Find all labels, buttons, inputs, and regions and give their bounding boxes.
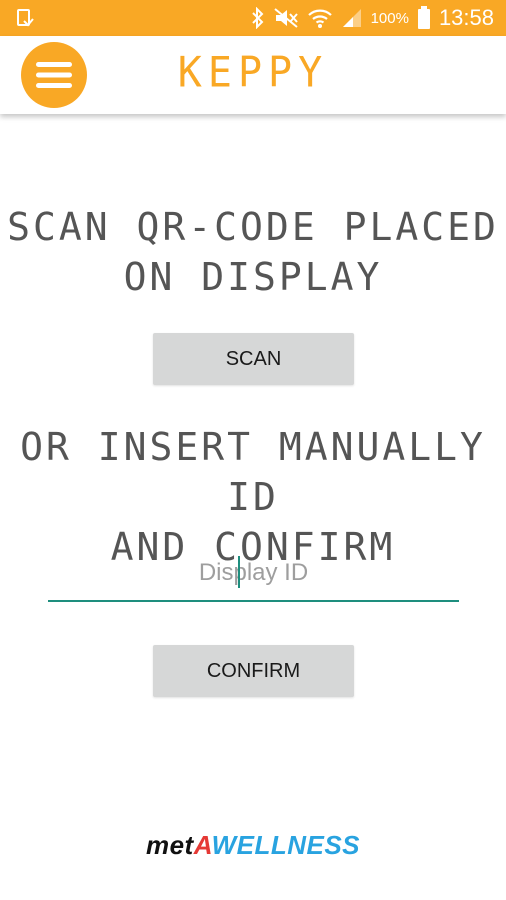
display-id-input[interactable] [48,548,459,598]
scan-button[interactable]: SCAN [153,333,354,385]
battery-icon [417,6,430,29]
brand-logo-part1: met [145,830,194,860]
display-id-field [48,548,459,602]
status-bar: 100% 13:58 [0,0,506,36]
clock: 13:58 [438,5,494,30]
bluetooth-icon [251,7,263,29]
confirm-button[interactable]: CONFIRM [153,645,354,697]
app-bar: KEPPY [0,36,506,114]
manual-instructions-line1: OR INSERT MANUALLY ID [20,425,486,519]
wifi-icon [307,9,332,28]
scan-instructions-line1: SCAN QR-CODE PLACED [7,205,499,249]
notification-icon [17,9,34,27]
mute-icon [273,8,298,28]
brand-logo-part2: A [193,830,212,860]
scan-instructions-line2: ON DISPLAY [123,255,383,299]
brand-logo-part3: WELLNESS [211,830,361,860]
scan-instructions: SCAN QR-CODE PLACED ON DISPLAY [0,202,506,302]
signal-icon [342,9,361,27]
battery-percent: 100% [370,9,409,27]
input-underline [48,600,459,602]
status-icons: 100% 13:58 [251,0,494,36]
brand-logo: metAWELLNESS [0,830,506,861]
text-cursor [238,556,240,588]
app-title: KEPPY [177,48,329,98]
